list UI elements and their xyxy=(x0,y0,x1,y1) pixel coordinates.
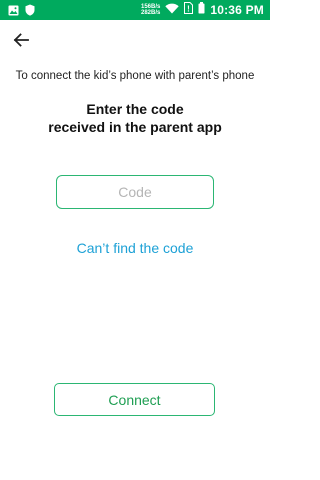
status-bar-left xyxy=(8,3,35,21)
battery-icon xyxy=(198,1,205,19)
no-sim-icon: ! xyxy=(184,1,194,19)
shield-icon xyxy=(25,3,35,21)
code-input[interactable] xyxy=(56,175,214,209)
status-bar-right: 156B/s 282B/s ! 10:36 PM xyxy=(141,0,264,20)
wifi-icon xyxy=(165,1,180,19)
page-title-line2: received in the parent app xyxy=(48,119,222,135)
back-button[interactable] xyxy=(10,30,32,50)
page-title-line1: Enter the code xyxy=(86,101,184,117)
connect-subtitle: To connect the kid’s phone with parent’s… xyxy=(15,70,255,82)
net-speed-down: 282B/s xyxy=(141,10,161,16)
arrow-left-icon xyxy=(13,33,29,47)
page-title: Enter the code received in the parent ap… xyxy=(0,100,270,136)
image-icon xyxy=(8,3,19,21)
connect-button[interactable]: Connect xyxy=(54,383,215,416)
status-bar: 156B/s 282B/s ! 10:36 PM xyxy=(0,0,270,20)
cant-find-code-link[interactable]: Can’t find the code xyxy=(0,240,270,256)
network-speed: 156B/s 282B/s xyxy=(141,4,160,16)
status-clock: 10:36 PM xyxy=(210,3,264,17)
svg-text:!: ! xyxy=(188,5,191,14)
